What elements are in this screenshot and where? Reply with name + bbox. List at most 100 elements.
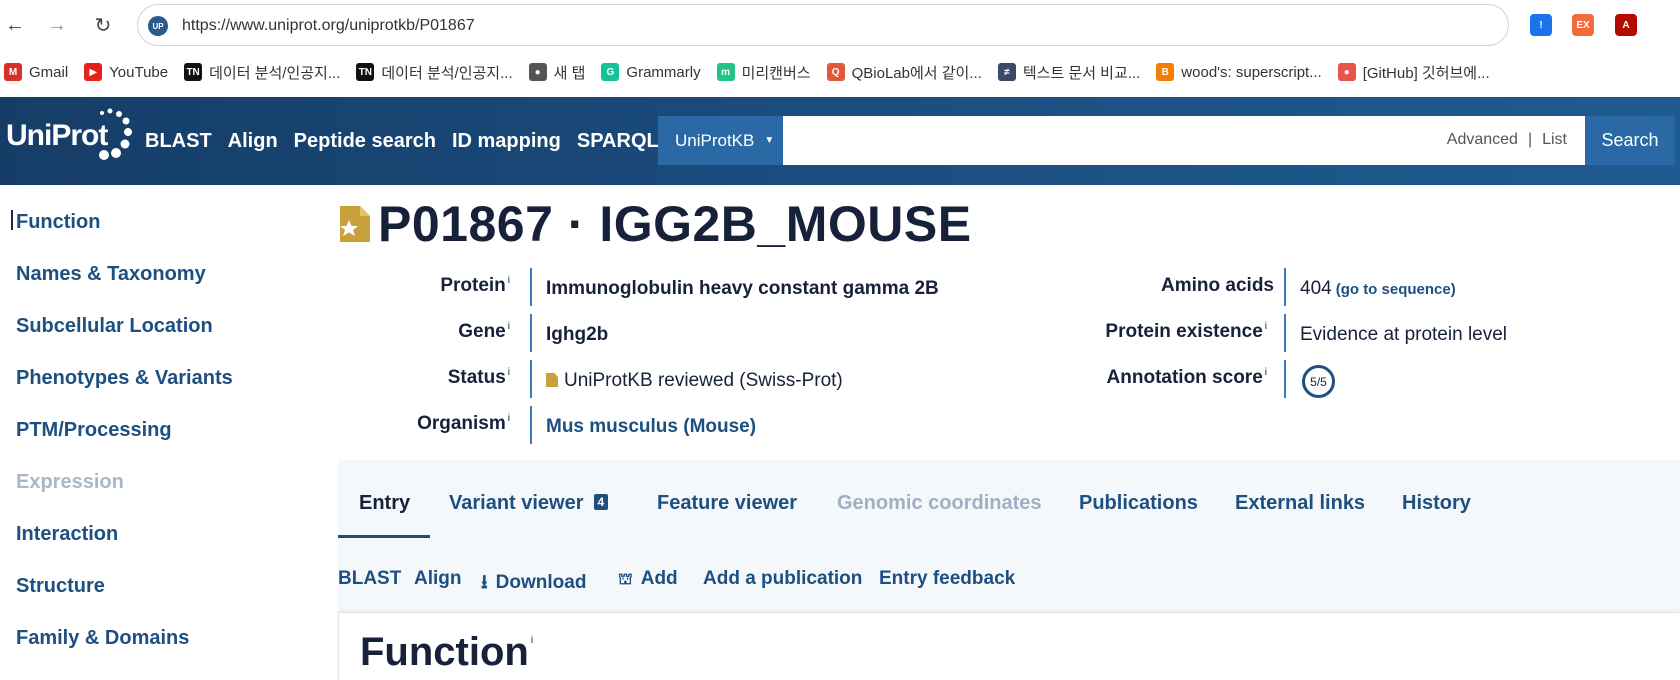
bookmark-label: YouTube bbox=[109, 63, 169, 81]
database-select-label: UniProtKB bbox=[675, 130, 755, 150]
entry-feedback-action[interactable]: Entry feedback bbox=[879, 568, 1015, 590]
bookmark-label: wood's: superscript... bbox=[1181, 63, 1322, 81]
info-icon[interactable]: i bbox=[531, 635, 533, 646]
align-action[interactable]: Align bbox=[414, 568, 462, 590]
divider-line bbox=[1284, 268, 1286, 306]
separator: | bbox=[1527, 131, 1533, 148]
bookmark-label: 데이터 분석/인공지... bbox=[381, 64, 513, 82]
divider-line bbox=[530, 314, 532, 352]
info-icon[interactable]: i bbox=[508, 413, 510, 424]
sidebar-item-subcellular-location[interactable]: Subcellular Location bbox=[16, 315, 213, 338]
annotation-score-label: Annotation score i bbox=[1106, 367, 1267, 388]
info-icon[interactable]: i bbox=[1265, 321, 1267, 332]
bookmark-item[interactable]: m 미리캔버스 bbox=[716, 62, 823, 83]
status-label: Status i bbox=[447, 367, 510, 388]
active-tab-underline bbox=[338, 535, 430, 538]
bookmark-item[interactable]: ≠ 텍스트 문서 비교... bbox=[997, 62, 1152, 83]
miricanvas-icon: m bbox=[716, 63, 735, 81]
bookmark-label: Gmail bbox=[29, 63, 69, 81]
protein-existence-label: Protein existence i bbox=[1105, 321, 1267, 342]
info-icon[interactable]: i bbox=[508, 321, 510, 332]
protein-value: Immunoglobulin heavy constant gamma 2B bbox=[546, 278, 939, 299]
info-icon[interactable]: i bbox=[508, 275, 510, 286]
tab-genomic-coordinates: Genomic coordinates bbox=[837, 492, 1042, 514]
bookmark-item[interactable]: ▶ YouTube bbox=[84, 63, 180, 81]
tab-history[interactable]: History bbox=[1402, 492, 1471, 515]
info-icon[interactable]: i bbox=[508, 367, 510, 378]
bookmark-label: 텍스트 문서 비교... bbox=[1022, 64, 1141, 82]
list-search-link[interactable]: List bbox=[1542, 131, 1567, 149]
browser-toolbar: ← → ↻ UP https://www.uniprot.org/uniprot… bbox=[0, 0, 1680, 50]
basket-icon: ⛫ bbox=[618, 571, 633, 588]
caret-down-icon: ▼ bbox=[764, 135, 775, 146]
youtube-icon: ▶ bbox=[84, 63, 103, 81]
tn-icon: TN bbox=[184, 63, 203, 81]
add-action[interactable]: ⛫ Add bbox=[618, 568, 678, 590]
sidebar-item-names-taxonomy[interactable]: Names & Taxonomy bbox=[16, 263, 206, 286]
blast-action[interactable]: BLAST bbox=[338, 568, 401, 590]
bookmark-label: Grammarly bbox=[626, 63, 701, 81]
bookmark-item[interactable]: TN 데이터 분석/인공지... bbox=[356, 62, 524, 83]
globe-icon: ● bbox=[528, 63, 547, 81]
gene-value: Ighg2b bbox=[546, 324, 609, 345]
sidebar-item-ptm-processing[interactable]: PTM/Processing bbox=[16, 419, 172, 442]
qbiolab-icon: Q bbox=[826, 63, 845, 81]
bookmark-label: 데이터 분석/인공지... bbox=[209, 64, 341, 82]
sidebar-item-interaction[interactable]: Interaction bbox=[16, 523, 118, 546]
reload-icon[interactable]: ↻ bbox=[90, 12, 116, 38]
sidebar-item-function[interactable]: Function bbox=[16, 211, 100, 234]
nav-id-mapping[interactable]: ID mapping bbox=[452, 130, 561, 153]
nav-peptide-search[interactable]: Peptide search bbox=[294, 130, 436, 153]
tab-variant-viewer[interactable]: Variant viewer 4 bbox=[449, 492, 609, 515]
bookmark-item[interactable]: ● 새 탭 bbox=[528, 62, 598, 83]
sidebar-item-expression: Expression bbox=[16, 471, 124, 493]
amino-acids-value: 404 (go to sequence) bbox=[1300, 278, 1456, 299]
sidebar-item-structure[interactable]: Structure bbox=[16, 575, 105, 598]
shield-extension-icon[interactable]: ! bbox=[1530, 14, 1552, 36]
bookmark-item[interactable]: M Gmail bbox=[4, 63, 80, 81]
bookmarks-bar: M Gmail ▶ YouTube TN 데이터 분석/인공지... TN 데이터 분석/인공… bbox=[0, 52, 1680, 92]
tab-publications[interactable]: Publications bbox=[1079, 492, 1198, 515]
reviewed-entry-icon bbox=[340, 206, 370, 242]
download-action[interactable]: ⭳ Download bbox=[481, 568, 586, 600]
tab-feature-viewer[interactable]: Feature viewer bbox=[657, 492, 797, 515]
bookmark-label: 미리캔버스 bbox=[741, 64, 811, 82]
go-to-sequence-link[interactable]: (go to sequence) bbox=[1336, 281, 1456, 298]
organism-link[interactable]: Mus musculus (Mouse) bbox=[546, 416, 756, 438]
amino-acids-label: Amino acids bbox=[1161, 275, 1274, 296]
diff-icon: ≠ bbox=[997, 63, 1016, 81]
nav-align[interactable]: Align bbox=[228, 130, 278, 153]
database-select[interactable]: UniProtKB ▼ bbox=[658, 116, 783, 165]
ex-extension-icon[interactable]: EX bbox=[1572, 14, 1594, 36]
search-button[interactable]: Search bbox=[1585, 116, 1675, 165]
blogger-icon: B bbox=[1156, 63, 1175, 81]
gmail-icon: M bbox=[4, 63, 22, 81]
bookmark-item[interactable]: ● [GitHub] 깃허브에... bbox=[1337, 62, 1502, 83]
tn-icon: TN bbox=[356, 63, 375, 81]
bookmark-item[interactable]: TN 데이터 분석/인공지... bbox=[184, 62, 352, 83]
sidebar-item-family-domains[interactable]: Family & Domains bbox=[16, 627, 189, 650]
divider-line bbox=[530, 406, 532, 444]
function-section-title: Function i bbox=[360, 630, 534, 674]
url-text[interactable]: https://www.uniprot.org/uniprotkb/P01867 bbox=[182, 17, 475, 35]
tab-entry[interactable]: Entry bbox=[359, 492, 410, 515]
bookmark-item[interactable]: G Grammarly bbox=[601, 63, 712, 81]
add-publication-action[interactable]: Add a publication bbox=[703, 568, 862, 590]
sidebar-item-phenotypes-variants[interactable]: Phenotypes & Variants bbox=[16, 367, 233, 390]
variant-count-badge: 4 bbox=[593, 494, 609, 510]
download-icon: ⭳ bbox=[481, 572, 488, 593]
advanced-search-link[interactable]: Advanced bbox=[1447, 131, 1518, 149]
nav-sparql[interactable]: SPARQL bbox=[577, 130, 659, 153]
bookmark-item[interactable]: Q QBioLab에서 같이... bbox=[826, 62, 994, 83]
search-input[interactable]: Advanced | List bbox=[783, 116, 1585, 165]
bookmark-label: QBioLab에서 같이... bbox=[851, 64, 982, 82]
gene-label: Gene i bbox=[458, 321, 510, 342]
bookmark-item[interactable]: Bwood's: superscript... bbox=[1156, 63, 1333, 81]
pdf-extension-icon[interactable]: A bbox=[1615, 14, 1637, 36]
tab-external-links[interactable]: External links bbox=[1235, 492, 1365, 515]
info-icon[interactable]: i bbox=[1265, 367, 1267, 378]
back-arrow-icon[interactable]: ← bbox=[2, 12, 28, 38]
forward-arrow-icon[interactable]: → bbox=[44, 12, 70, 38]
address-bar[interactable]: UP https://www.uniprot.org/uniprotkb/P01… bbox=[137, 4, 1509, 46]
nav-blast[interactable]: BLAST bbox=[145, 130, 212, 153]
